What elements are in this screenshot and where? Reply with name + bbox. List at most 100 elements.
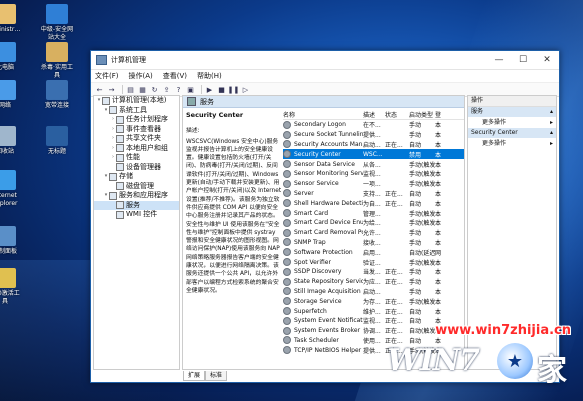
service-gear-icon	[283, 326, 291, 335]
column-status[interactable]: 状态	[385, 110, 409, 119]
actions-section-security-center[interactable]: Security Center ▴	[468, 128, 556, 138]
service-gear-icon	[283, 150, 291, 159]
service-name-cell: Sensor Monitoring Service	[283, 169, 363, 178]
minimize-button[interactable]: —	[487, 51, 511, 69]
service-row[interactable]: Software Protection 启用... 自动(延迟...网	[283, 247, 464, 257]
tree-item[interactable]: ▾ 系统工具	[94, 106, 179, 116]
service-row[interactable]: Still Image Acquisition Ev...启动... 手动 本	[283, 287, 464, 297]
service-row[interactable]: SSDP Discovery 当发... 正在... 手动 本	[283, 267, 464, 277]
service-row[interactable]: State Repository Service 为应... 正在... 手动 本	[283, 277, 464, 287]
desktop-icon[interactable]: dministr…	[0, 4, 32, 34]
desktop-icon[interactable]: 杀毒·实用工 具	[30, 42, 84, 80]
properties-icon[interactable]: ▦	[138, 85, 147, 94]
service-gear-icon	[283, 316, 291, 325]
service-desc-cell: 管理...	[363, 210, 381, 218]
refresh-icon[interactable]: ↻	[150, 85, 159, 94]
tree-item[interactable]: ▾ 存储	[94, 172, 179, 182]
window-title: 计算机管理	[111, 56, 146, 64]
submenu-arrow-icon: ▸	[549, 140, 553, 147]
back-icon[interactable]: ←	[95, 85, 104, 94]
service-row[interactable]: Superfetch 维护... 正在... 自动 本	[283, 306, 464, 316]
show-tree-icon[interactable]: ▤	[126, 85, 135, 94]
tree-item[interactable]: ▾ 服务和应用程序	[94, 191, 179, 201]
collapse-icon[interactable]: ▴	[550, 128, 553, 138]
export-icon[interactable]: ⇪	[162, 85, 171, 94]
tree-item-label: 事件查看器	[126, 124, 161, 133]
desktop-icon[interactable]: 网络	[0, 80, 32, 110]
view-icon[interactable]: ▣	[186, 85, 195, 94]
actions-section-services[interactable]: 服务 ▴	[468, 107, 556, 117]
tree-node-icon	[116, 153, 124, 162]
tree-item[interactable]: › 事件查看器	[94, 125, 179, 135]
service-row[interactable]: Shell Hardware Detection 为自... 正在... 自动 本	[283, 198, 464, 208]
column-description[interactable]: 描述	[363, 110, 385, 119]
restart-service-icon[interactable]: ▷	[241, 85, 250, 94]
service-row[interactable]: Security Accounts Manag...启动... 正在... 自动 本	[283, 140, 464, 150]
tree-item[interactable]: 磁盘管理	[94, 182, 179, 192]
column-name[interactable]: 名称	[283, 110, 363, 119]
service-startup-cell: 自动	[409, 141, 422, 149]
help-icon[interactable]: ?	[174, 85, 183, 94]
service-row[interactable]: Smart Card Removal Poli...允许... 手动 本	[283, 228, 464, 238]
tree-item-label: 共享文件夹	[126, 134, 161, 142]
tree-item[interactable]: WMI 控件	[94, 210, 179, 220]
forward-icon[interactable]: →	[107, 85, 116, 94]
desktop-icon[interactable]: 此电脑	[0, 42, 32, 72]
tree-item[interactable]: ▾ 计算机管理(本地)	[94, 96, 179, 106]
tree-item[interactable]: 服务	[94, 200, 179, 210]
stop-service-icon[interactable]: ■	[217, 85, 226, 94]
service-startup-cell: 手动	[409, 239, 422, 247]
tab-extended[interactable]: 扩展	[183, 371, 206, 381]
service-row[interactable]: Spot Verifier 验证... 手动(触发...本	[283, 257, 464, 267]
tree-item[interactable]: › 共享文件夹	[94, 134, 179, 144]
service-row[interactable]: Server 支持... 正在... 自动 本	[283, 189, 464, 199]
tree-item-label: 计算机管理(本地)	[112, 96, 167, 104]
service-row[interactable]: Storage Service 为存... 正在... 手动(触发...本	[283, 296, 464, 306]
tab-standard[interactable]: 标准	[205, 371, 228, 381]
desktop-icon[interactable]: 无标题	[30, 126, 84, 156]
tree-item[interactable]: › 任务计划程序	[94, 115, 179, 125]
service-row[interactable]: Secondary Logon 在不... 手动 本	[283, 120, 464, 130]
service-row[interactable]: Sensor Monitoring Service监视... 手动(触发...本	[283, 169, 464, 179]
desktop-icon[interactable]: 宽带连接	[30, 80, 84, 110]
close-button[interactable]: ✕	[535, 51, 559, 69]
collapse-icon[interactable]: ▴	[550, 107, 553, 117]
desktop-icon[interactable]: n10激活工 具	[0, 268, 32, 306]
tree-node-icon	[109, 191, 117, 200]
desktop-icon-image	[0, 4, 16, 24]
tree-item[interactable]: › 性能	[94, 153, 179, 163]
desktop-icon-label: 控制面板	[0, 248, 17, 255]
service-row[interactable]: Security Center WSC... 禁用 本	[283, 149, 464, 160]
menu-file[interactable]: 文件(F)	[95, 71, 119, 81]
service-row[interactable]: Sensor Service 一项... 手动(触发...本	[283, 179, 464, 189]
service-row[interactable]: Smart Card Device Enum...为给... 手动(触发...本	[283, 218, 464, 228]
menu-action[interactable]: 操作(A)	[129, 71, 153, 81]
maximize-button[interactable]: ☐	[511, 51, 535, 69]
desktop-icon[interactable]: 中级-安全网 站大全	[30, 4, 84, 42]
service-row[interactable]: Smart Card 管理... 手动(触发...本	[283, 208, 464, 218]
service-row[interactable]: SNMP Trap 接收... 手动 本	[283, 238, 464, 248]
column-startup-type[interactable]: 启动类型	[409, 110, 435, 119]
more-actions-services[interactable]: 更多操作 ▸	[468, 117, 556, 128]
service-name: Software Protection	[294, 248, 353, 256]
column-logon[interactable]: 登	[435, 110, 455, 119]
service-desc-cell: 为应...	[363, 279, 381, 287]
service-logon-cell: 本	[435, 298, 442, 306]
desktop-icon[interactable]: 回收站	[0, 126, 32, 156]
service-name: Superfetch	[294, 307, 327, 315]
desktop-icon[interactable]: 控制面板	[0, 226, 32, 256]
service-logon-cell: 本	[435, 132, 442, 140]
more-actions-security-center[interactable]: 更多操作 ▸	[468, 138, 556, 149]
pause-service-icon[interactable]: ❚❚	[228, 85, 240, 94]
service-name-cell: Still Image Acquisition Ev...	[283, 287, 363, 296]
title-bar[interactable]: 计算机管理 — ☐ ✕	[91, 51, 559, 70]
service-row[interactable]: Secure Socket Tunneling ...提供... 手动 本	[283, 130, 464, 140]
menu-view[interactable]: 查看(V)	[163, 71, 187, 81]
tree-item[interactable]: › 本地用户和组	[94, 144, 179, 154]
service-gear-icon	[283, 120, 291, 129]
tree-item[interactable]: 设备管理器	[94, 163, 179, 173]
start-service-icon[interactable]: ▶	[205, 85, 214, 94]
desktop-icon[interactable]: Internet Explorer	[0, 170, 32, 208]
service-row[interactable]: Sensor Data Service 从各... 手动(触发...本	[283, 159, 464, 169]
menu-help[interactable]: 帮助(H)	[197, 71, 222, 81]
